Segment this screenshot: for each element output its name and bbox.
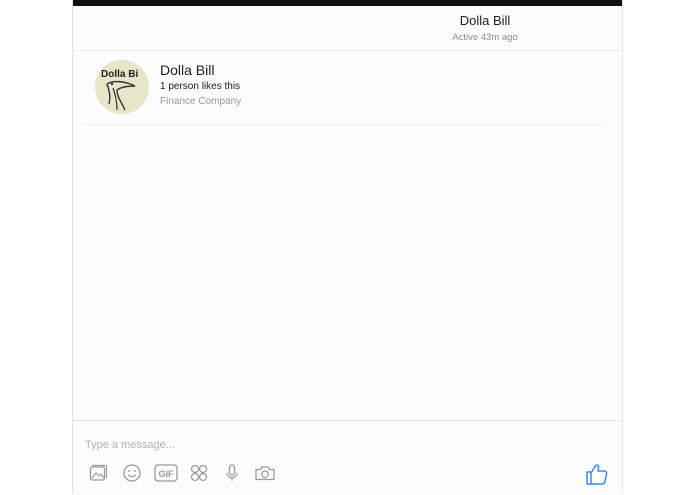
message-composer: GIF <box>73 420 622 495</box>
camera-icon <box>255 466 275 481</box>
page-likes: 1 person likes this <box>160 81 241 92</box>
messenger-window: Dolla Bill Active 43m ago Dolla Bi Dolla… <box>72 0 623 495</box>
pelican-logo-icon: Dolla Bi <box>95 60 149 114</box>
gif-label: GIF <box>159 469 175 479</box>
message-input[interactable] <box>83 435 507 455</box>
games-icon <box>190 464 208 482</box>
emoji-icon <box>123 464 141 482</box>
stickers-icon <box>89 464 108 481</box>
contact-name[interactable]: Dolla Bill <box>433 13 537 28</box>
like-button[interactable] <box>584 461 610 487</box>
gif-icon: GIF <box>154 464 178 482</box>
thumbs-up-icon <box>586 464 608 485</box>
conversation-header: Dolla Bill Active 43m ago <box>73 6 622 51</box>
gif-button[interactable]: GIF <box>153 461 179 485</box>
stickers-button[interactable] <box>86 461 110 485</box>
microphone-button[interactable] <box>220 461 244 485</box>
page-category: Finance Company <box>160 96 242 107</box>
page-name[interactable]: Dolla Bill <box>160 62 214 78</box>
microphone-icon <box>226 464 238 481</box>
games-button[interactable] <box>187 461 211 485</box>
page-avatar[interactable]: Dolla Bi <box>95 60 149 114</box>
emoji-button[interactable] <box>120 461 144 485</box>
avatar-text: Dolla Bi <box>101 69 138 80</box>
active-status: Active 43m ago <box>452 32 518 43</box>
page-info-card: Dolla Bi Dolla Bill 1 person likes this … <box>85 50 605 125</box>
camera-button[interactable] <box>253 461 277 485</box>
